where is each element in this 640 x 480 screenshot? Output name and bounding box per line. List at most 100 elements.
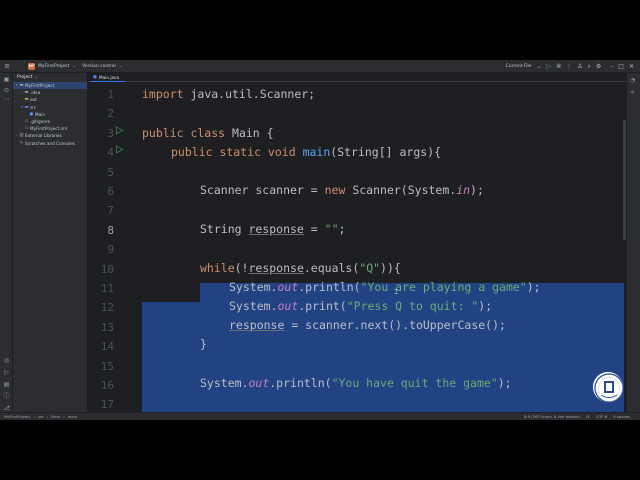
file-icon: ▫ — [24, 118, 29, 124]
tree-item[interactable]: › ▬ out — [13, 96, 87, 103]
line-number: 8 — [107, 223, 114, 237]
status-crumb-project[interactable]: MyFirstProject — [4, 414, 31, 419]
line-number: 2 — [107, 107, 114, 121]
tree-item[interactable]: ▾ ▬ src — [13, 104, 87, 111]
java-class-icon: ● — [93, 75, 97, 80]
maximize-icon[interactable]: □ — [618, 63, 624, 70]
code-line-12: System.out.print("Press Q to quit: "); — [229, 299, 493, 313]
channel-logo — [592, 371, 624, 403]
line-number: 4 — [107, 146, 114, 160]
tree-item[interactable]: ● Main — [13, 111, 87, 118]
code-line-16: System.out.println("You have quit the ga… — [200, 376, 512, 390]
caret-position[interactable]: 8:9 (287 chars, 8 line breaks) — [524, 414, 580, 419]
project-panel-title: Project — [17, 75, 33, 80]
problems-tool-icon[interactable]: ⓘ — [3, 393, 10, 400]
debug-icon[interactable]: ✲ — [556, 63, 561, 70]
project-panel-chevron-icon[interactable]: ⌄ — [34, 73, 38, 82]
search-icon[interactable]: ⌕ — [588, 63, 591, 71]
run-icon[interactable]: ▷ — [546, 63, 551, 70]
tab-label: Main.java — [99, 75, 120, 80]
status-crumb-src[interactable]: src — [38, 414, 44, 419]
services-tool-icon[interactable]: ◎ — [3, 357, 10, 364]
tree-item-label: External Libraries — [25, 133, 62, 139]
code-line-6: Scanner scanner = new Scanner(System.in)… — [200, 183, 484, 197]
line-number: 10 — [100, 262, 114, 276]
line-number: 5 — [107, 165, 114, 179]
tree-item-label: src — [30, 104, 37, 110]
line-number: 17 — [100, 398, 114, 412]
project-selector[interactable]: MyFirstProject — [38, 64, 69, 69]
line-number: 6 — [107, 185, 114, 198]
file-encoding[interactable]: UTF-8 — [596, 414, 607, 419]
run-main-icon[interactable]: ▷ — [116, 144, 124, 155]
scratch-icon: ✎ — [19, 140, 24, 146]
structure-tool-icon[interactable]: ⋯ — [3, 96, 10, 103]
settings-icon[interactable]: ⚙ — [596, 63, 601, 70]
project-tree: ▾ ▬ MyFirstProject › ▬ .idea › ▬ out ▾ ▬ src ● Main ▫.… — [13, 82, 87, 147]
library-icon: ▥ — [19, 133, 24, 139]
git-tool-icon[interactable]: ⎇ — [3, 405, 10, 412]
tree-item[interactable]: ✎ Scratches and Consoles — [13, 140, 87, 147]
line-number: 9 — [107, 243, 114, 257]
line-gutter: 1 2 3 4 5 6 7 8 9 10 11 12 13 14 15 16 17 — [88, 83, 140, 412]
tree-item[interactable]: › ▬ .idea — [13, 89, 87, 96]
vcs-widget[interactable]: Version control — [82, 64, 116, 69]
line-number: 16 — [100, 379, 114, 392]
line-number: 12 — [100, 301, 114, 315]
commit-tool-icon[interactable]: ⊙ — [3, 87, 10, 94]
profile-icon[interactable]: ♙ — [577, 63, 582, 70]
status-crumb-method[interactable]: main — [68, 414, 78, 419]
more-actions-icon[interactable]: ⋮ — [566, 63, 572, 70]
terminal-tool-icon[interactable]: ▤ — [3, 381, 10, 388]
line-number: 3 — [107, 126, 114, 140]
project-tool-icon[interactable]: ▣ — [3, 76, 10, 83]
project-badge: MF — [28, 62, 35, 70]
project-panel-header[interactable]: Project ⌄ — [13, 73, 87, 82]
vcs-chevron-icon[interactable]: ⌄ — [119, 64, 123, 69]
indent-setting[interactable]: 4 spaces — [613, 414, 630, 419]
code-line-13: response = scanner.next().toUpperCase(); — [229, 318, 506, 332]
tree-item-label: MyFirstProject — [25, 83, 55, 88]
run-config-chevron-icon[interactable]: ⌄ — [536, 63, 541, 70]
tree-item-label: .gitignore — [30, 118, 51, 124]
status-crumb-class[interactable]: Main — [51, 414, 60, 419]
tree-item-label: Main — [35, 111, 45, 117]
project-panel: Project ⌄ ▾ ▬ MyFirstProject › ▬ .idea › ▬ out ▾ ▬… — [13, 73, 88, 412]
run-config-selector[interactable]: Current File — [506, 64, 532, 69]
right-tool-strip: ◔ ✧ — [626, 73, 640, 412]
mouse-cursor-icon: ⌶ — [394, 288, 399, 296]
crumb-separator-icon: › — [63, 414, 65, 419]
code-line-1: import java.util.Scanner; — [142, 87, 316, 101]
ide-window: ≡ MF MyFirstProject ⌄ Version control ⌄ … — [0, 60, 640, 420]
left-tool-strip: ▣ ⊙ ⋯ ◎ ▷ ▤ ⓘ ⎇ — [0, 73, 13, 412]
title-bar: ≡ MF MyFirstProject ⌄ Version control ⌄ … — [0, 60, 640, 73]
run-class-icon[interactable]: ▷ — [116, 125, 124, 136]
line-number: 1 — [107, 88, 114, 101]
run-tool-icon[interactable]: ▷ — [3, 369, 10, 376]
tree-item[interactable]: › ▥ External Libraries — [13, 132, 87, 139]
minimize-icon[interactable]: – — [610, 63, 613, 70]
tree-item-label: out — [30, 97, 37, 103]
code-editor[interactable]: 1 2 3 4 5 6 7 8 9 10 11 12 13 14 15 16 17 ▷ ▷ import jav… — [88, 83, 626, 412]
tab-main-java[interactable]: ● Main.java — [90, 73, 126, 82]
crumb-separator-icon: › — [33, 414, 36, 419]
line-number: 13 — [100, 320, 114, 334]
line-number: 7 — [107, 204, 114, 218]
code-line-3: public class Main { — [142, 126, 274, 140]
tree-item[interactable]: ▫ .gitignore — [13, 118, 87, 125]
notifications-icon[interactable]: ◔ — [630, 77, 635, 84]
code-line-10: while(!response.equals("Q")){ — [200, 261, 401, 275]
close-icon[interactable]: ✕ — [629, 63, 634, 70]
tree-item-label: .idea — [30, 90, 41, 96]
tree-item[interactable]: ▫ MyFirstProject.iml — [13, 125, 87, 132]
code-line-14: } — [200, 337, 207, 351]
code-line-8: String response = ""; — [200, 222, 346, 236]
line-separator[interactable]: LF — [586, 414, 590, 419]
tree-item[interactable]: ▾ ▬ MyFirstProject — [13, 82, 87, 90]
line-number: 14 — [100, 340, 114, 354]
line-number: 11 — [100, 282, 114, 295]
ai-assistant-icon[interactable]: ✧ — [630, 89, 635, 96]
folder-blue-icon: ▬ — [24, 104, 29, 110]
main-menu-icon[interactable]: ≡ — [0, 62, 14, 70]
project-chevron-icon[interactable]: ⌄ — [72, 64, 76, 69]
